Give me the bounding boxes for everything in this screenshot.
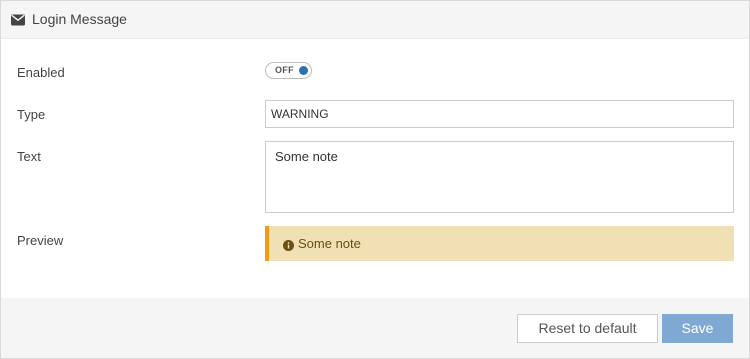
enabled-toggle[interactable]: OFF — [265, 62, 312, 79]
preview-message: Some note — [298, 236, 361, 251]
login-message-panel: Login Message Enabled OFF Type WARNING T… — [0, 0, 750, 359]
envelope-icon — [11, 13, 25, 26]
text-textarea[interactable]: Some note — [265, 141, 734, 213]
toggle-knob — [299, 66, 308, 75]
type-select[interactable]: WARNING — [265, 100, 734, 128]
text-value: Some note — [275, 149, 338, 164]
save-button[interactable]: Save — [662, 314, 733, 343]
enabled-label: Enabled — [17, 65, 65, 80]
info-circle-icon — [283, 238, 294, 251]
panel-footer: Reset to default Save — [1, 298, 749, 358]
toggle-state-text: OFF — [275, 65, 294, 75]
panel-header: Login Message — [1, 1, 749, 39]
preview-alert: Some note — [265, 226, 734, 261]
reset-to-default-button[interactable]: Reset to default — [517, 314, 658, 343]
preview-label: Preview — [17, 233, 64, 248]
type-label: Type — [17, 107, 46, 122]
type-value: WARNING — [271, 107, 329, 121]
text-label: Text — [17, 149, 41, 164]
panel-title: Login Message — [32, 11, 127, 27]
